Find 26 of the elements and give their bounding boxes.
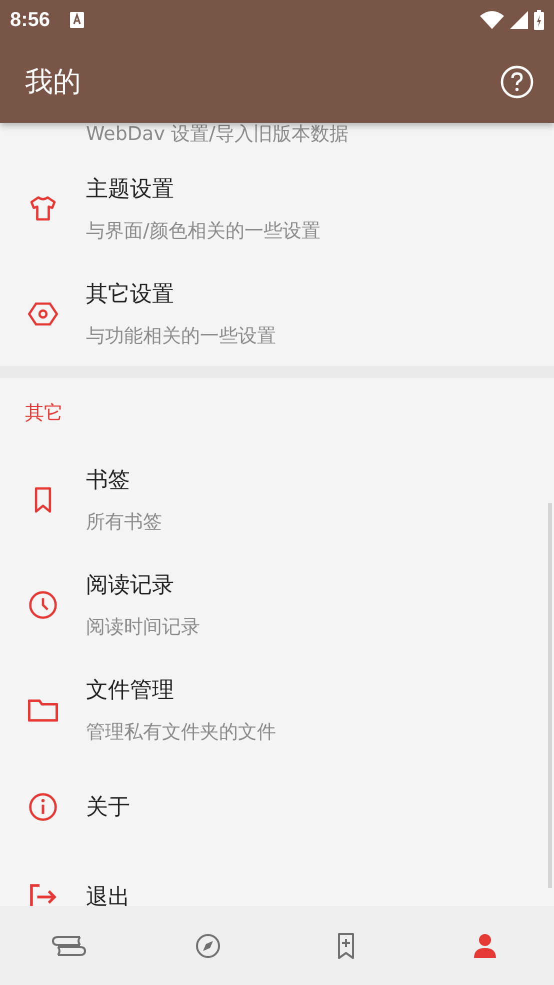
signal-icon [510, 11, 528, 29]
menu-item-title[interactable]: 退出 [86, 882, 130, 906]
wifi-icon [480, 11, 504, 29]
menu-item-subtitle: 管理私有文件夹的文件 [86, 720, 276, 744]
menu-item-subtitle: 阅读时间记录 [86, 614, 200, 640]
app-title: 我的 [25, 64, 81, 100]
keyboard-icon [70, 12, 84, 28]
menu-item-title[interactable]: 主题设置 [86, 174, 320, 204]
menu-item-title[interactable]: 书签 [86, 464, 162, 494]
status-time: 8:56 [10, 8, 50, 32]
menu-item-subtitle: 所有书签 [86, 510, 162, 534]
battery-icon [534, 10, 544, 30]
menu-item-title[interactable]: 关于 [86, 792, 130, 822]
menu-item-subtitle: 与界面/颜色相关的一些设置 [86, 218, 320, 244]
menu-item-subtitle: WebDav 设置/导入旧版本数据 [86, 123, 348, 146]
menu-item-title[interactable]: 文件管理 [86, 674, 276, 704]
menu-item-title[interactable]: 阅读记录 [86, 570, 200, 600]
section-header: 其它 [25, 400, 63, 426]
menu-item-subtitle: 与功能相关的一些设置 [86, 324, 276, 348]
menu-item-title[interactable]: 其它设置 [86, 278, 276, 308]
clock-icon [28, 590, 58, 620]
logout-icon [28, 882, 58, 906]
help-button[interactable] [500, 64, 534, 98]
shirt-icon [28, 194, 58, 224]
help-icon [500, 64, 534, 98]
info-icon [28, 792, 58, 822]
